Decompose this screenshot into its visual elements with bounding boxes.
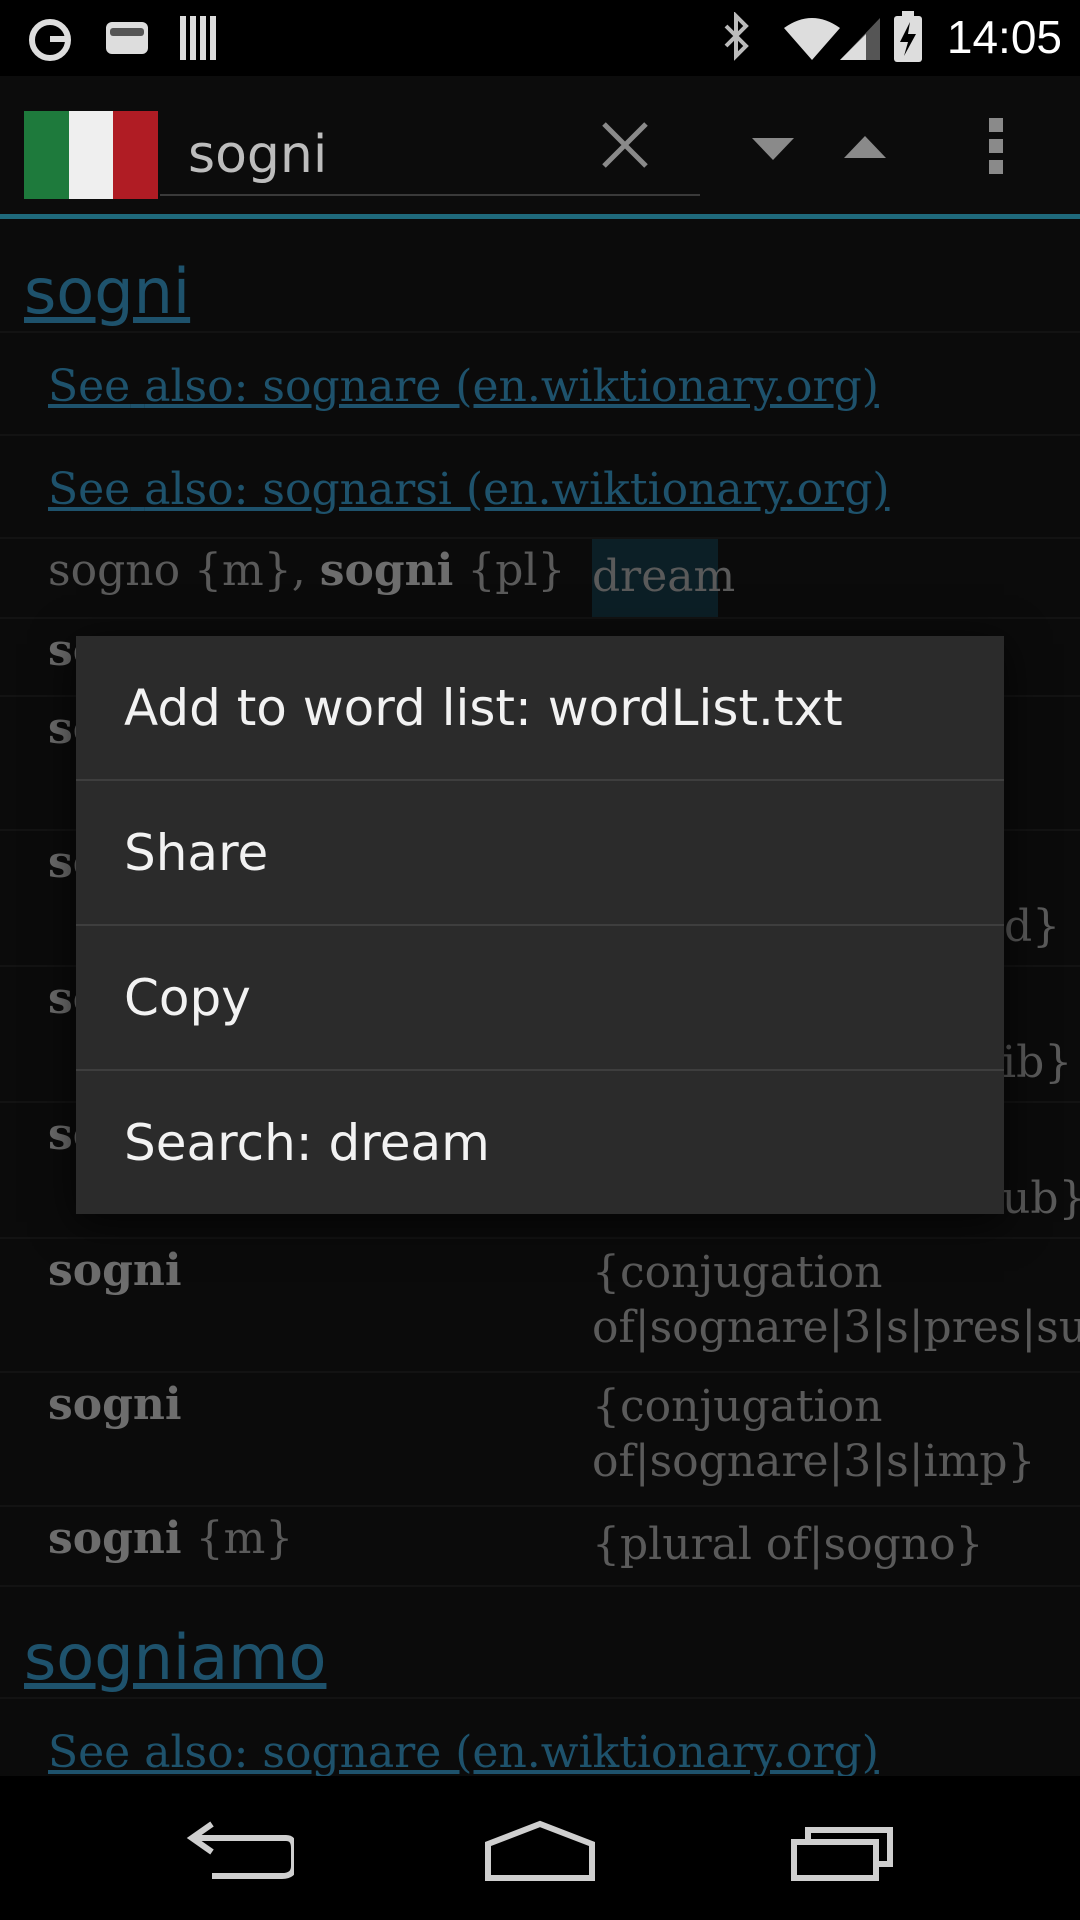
toolbar (0, 76, 1080, 219)
menu-item-share[interactable]: Share (76, 781, 1004, 926)
context-menu: Add to word list: wordList.txt Share Cop… (76, 636, 1004, 1214)
navigation-bar (0, 1776, 1080, 1920)
storage-icon (106, 22, 148, 54)
flag-stripe-white (68, 111, 114, 199)
wifi-icon (784, 18, 840, 60)
flag-stripe-red (113, 111, 159, 199)
signal-icon (840, 18, 880, 60)
back-icon[interactable] (186, 1820, 294, 1880)
sync-icon (29, 19, 71, 61)
next-entry-down-icon[interactable] (750, 134, 796, 164)
clock: 14:05 (946, 11, 1062, 63)
language-flag-button[interactable] (24, 111, 159, 199)
battery-charging-icon (894, 11, 922, 62)
menu-item-copy[interactable]: Copy (76, 926, 1004, 1071)
clear-search-icon[interactable] (598, 118, 652, 172)
recent-apps-icon[interactable] (790, 1824, 894, 1882)
home-icon[interactable] (484, 1820, 596, 1882)
menu-item-add-to-word-list[interactable]: Add to word list: wordList.txt (76, 636, 1004, 781)
menu-item-search[interactable]: Search: dream (76, 1071, 1004, 1214)
barcode-icon (180, 16, 216, 60)
flag-stripe-green (24, 111, 69, 199)
bluetooth-icon (724, 12, 749, 61)
previous-entry-up-icon[interactable] (842, 132, 888, 162)
overflow-menu-icon[interactable] (986, 116, 1008, 176)
status-bar: 14:05 (0, 0, 1080, 76)
